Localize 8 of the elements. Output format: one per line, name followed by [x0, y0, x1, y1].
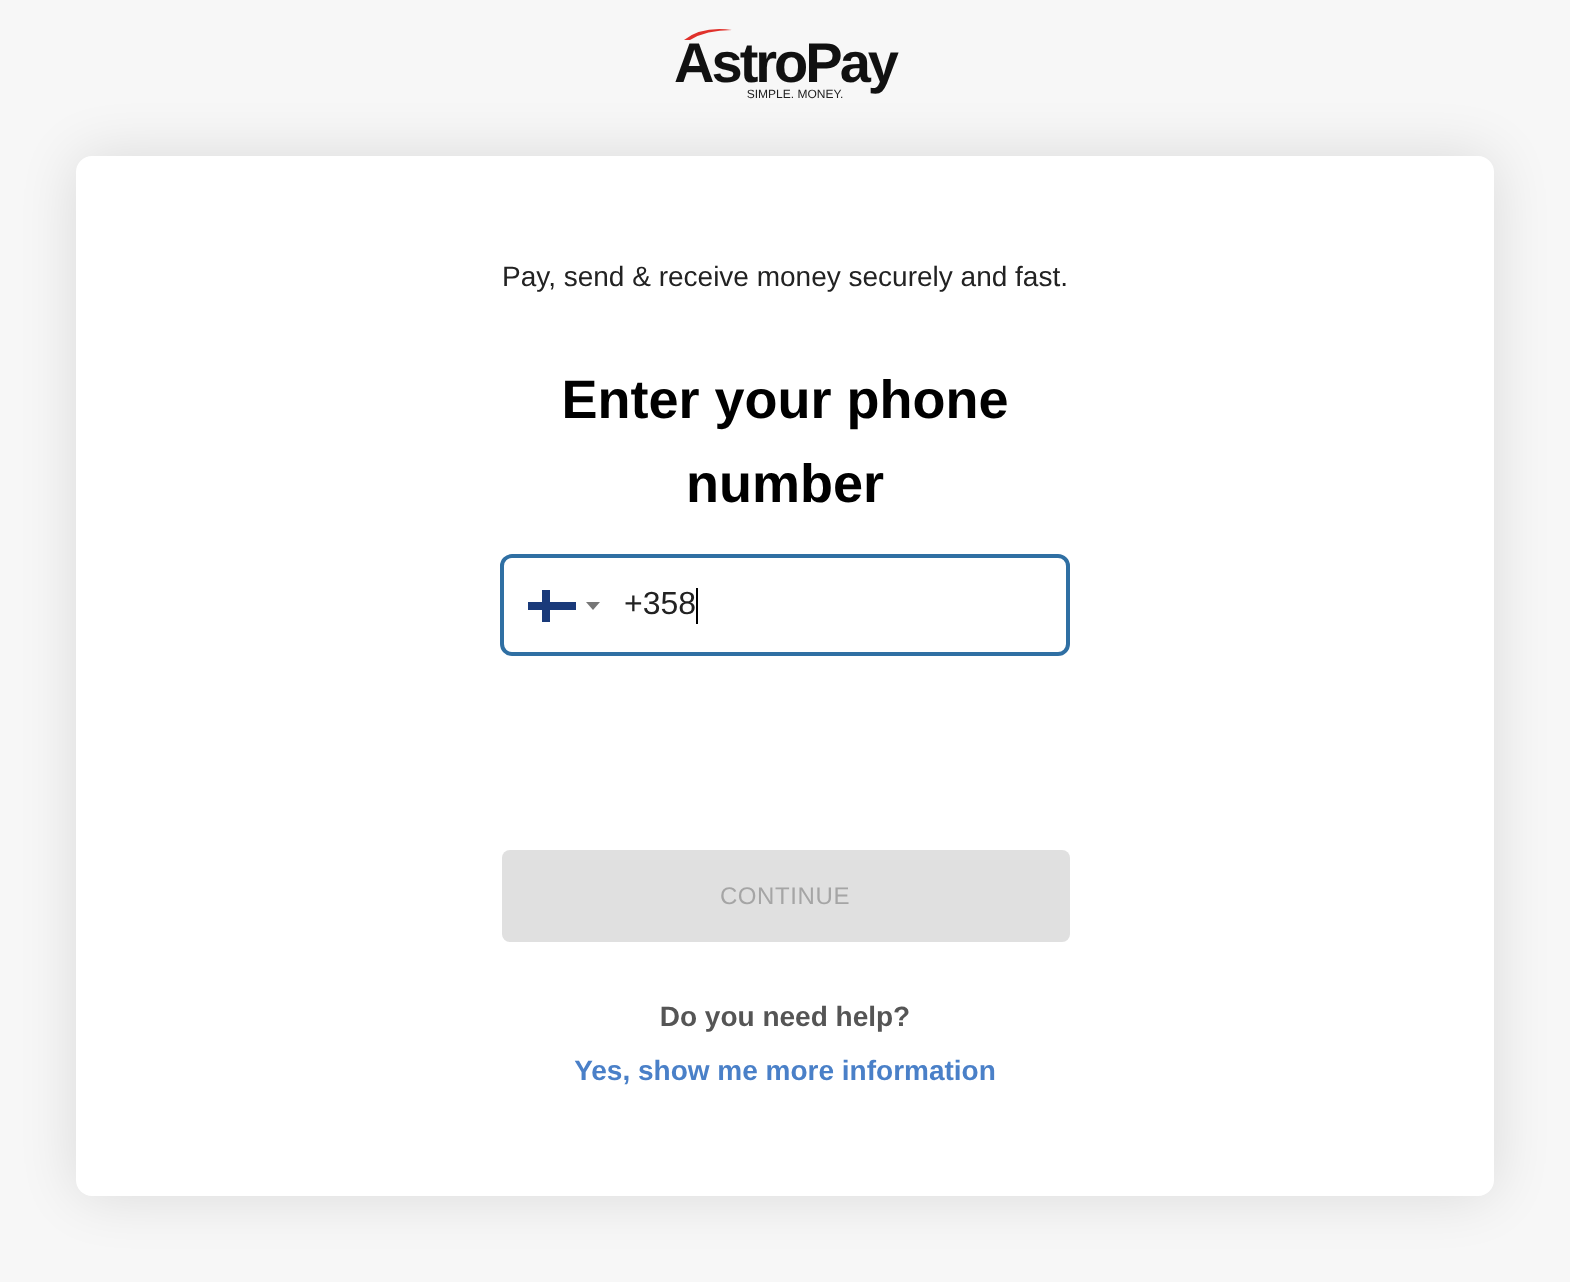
help-link[interactable]: Yes, show me more information [574, 1050, 996, 1092]
phone-field[interactable]: +358 [500, 554, 1070, 656]
flag-icon [528, 589, 576, 621]
phone-input[interactable]: +358 [624, 581, 699, 629]
help-question: Do you need help? [659, 998, 911, 1036]
subtitle: Pay, send & receive money securely and fast. [502, 258, 1068, 296]
caret-icon[interactable] [586, 601, 600, 609]
heading: Enter your phone number [559, 368, 1011, 518]
